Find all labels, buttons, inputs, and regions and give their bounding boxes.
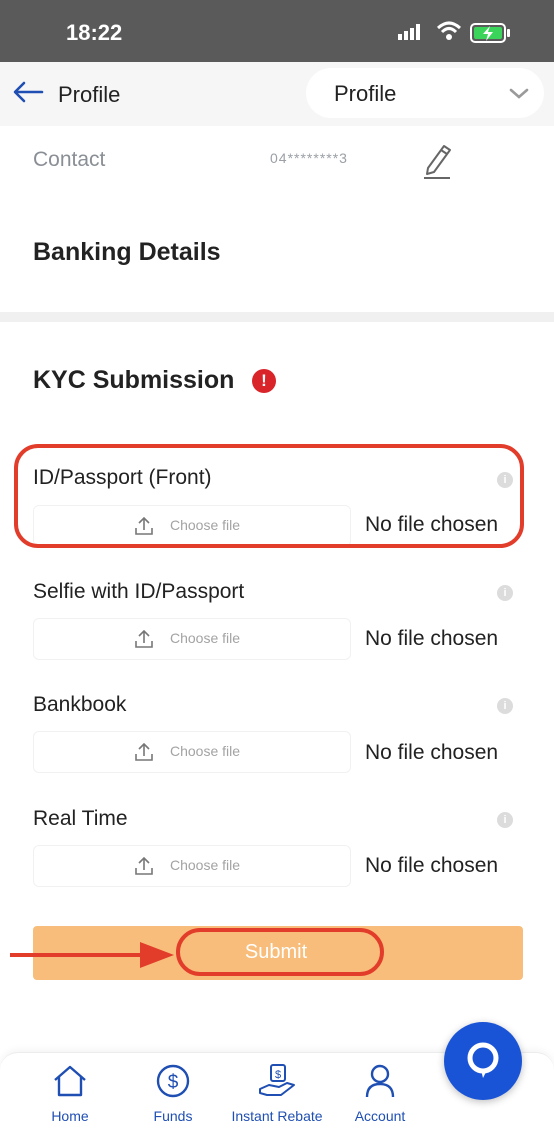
- tab-label: Funds: [153, 1108, 193, 1124]
- chat-bubble-icon: [467, 1042, 499, 1078]
- tab-account[interactable]: Account: [330, 1053, 430, 1135]
- contact-value: 04********3: [270, 150, 348, 166]
- upload-icon: [134, 516, 154, 541]
- edit-pencil-icon[interactable]: [420, 140, 454, 185]
- file-status-text: No file chosen: [365, 627, 499, 650]
- selfie-with-id-label: Selfie with ID/Passport: [33, 580, 245, 603]
- upload-icon: [134, 742, 154, 767]
- cellular-signal-icon: [398, 24, 422, 45]
- choose-file-button[interactable]: Choose file: [170, 517, 240, 533]
- dropdown-value: Profile: [334, 81, 397, 106]
- info-icon[interactable]: i: [497, 812, 513, 828]
- status-time: 18:22: [66, 20, 123, 45]
- tab-label: Instant Rebate: [231, 1108, 323, 1124]
- annotation-arrow-icon: [8, 938, 178, 977]
- file-status-text: No file chosen: [365, 513, 499, 536]
- id-passport-front-file-input[interactable]: Choose file: [33, 505, 351, 547]
- info-icon[interactable]: i: [497, 585, 513, 601]
- selfie-with-id-file-input[interactable]: Choose file: [33, 618, 351, 660]
- banking-details-heading[interactable]: Banking Details: [33, 238, 221, 267]
- profile-section-dropdown[interactable]: Profile: [306, 68, 544, 118]
- chevron-down-icon: [508, 82, 530, 109]
- choose-file-button[interactable]: Choose file: [170, 630, 240, 646]
- user-icon: [365, 1064, 395, 1098]
- tab-label: Account: [354, 1108, 406, 1124]
- file-status-text: No file chosen: [365, 741, 499, 764]
- real-time-label: Real Time: [33, 807, 128, 830]
- profile-details-card: Contact 04********3 Banking Details: [0, 126, 554, 312]
- svg-text:$: $: [168, 1072, 179, 1093]
- dollar-coin-icon: $: [156, 1064, 190, 1098]
- info-icon[interactable]: i: [497, 698, 513, 714]
- upload-icon: [134, 856, 154, 881]
- page-title[interactable]: Profile: [58, 82, 120, 108]
- tab-instant-rebate[interactable]: $ Instant Rebate: [227, 1053, 327, 1135]
- bankbook-label: Bankbook: [33, 693, 127, 716]
- info-icon[interactable]: i: [497, 472, 513, 488]
- section-divider: [0, 312, 554, 322]
- home-icon: [54, 1065, 86, 1097]
- kyc-submission-heading: KYC Submission: [33, 366, 235, 394]
- tab-label: Home: [51, 1108, 89, 1124]
- status-bar: 18:22: [0, 0, 554, 62]
- choose-file-button[interactable]: Choose file: [170, 857, 240, 873]
- rebate-hand-icon: $: [259, 1064, 295, 1096]
- real-time-file-input[interactable]: Choose file: [33, 845, 351, 887]
- id-passport-front-label: ID/Passport (Front): [33, 466, 212, 489]
- live-chat-button[interactable]: [444, 1022, 522, 1100]
- warning-icon: !: [252, 369, 276, 393]
- bankbook-file-input[interactable]: Choose file: [33, 731, 351, 773]
- upload-icon: [134, 629, 154, 654]
- tab-home[interactable]: Home: [20, 1053, 120, 1135]
- choose-file-button[interactable]: Choose file: [170, 743, 240, 759]
- battery-charging-icon: [470, 22, 512, 49]
- back-arrow-icon[interactable]: [12, 80, 44, 109]
- top-nav-bar: Profile Profile: [0, 62, 554, 126]
- file-status-text: No file chosen: [365, 854, 499, 877]
- svg-text:$: $: [275, 1069, 281, 1081]
- wifi-icon: [436, 20, 462, 47]
- tab-funds[interactable]: $ Funds: [123, 1053, 223, 1135]
- contact-label: Contact: [33, 148, 106, 171]
